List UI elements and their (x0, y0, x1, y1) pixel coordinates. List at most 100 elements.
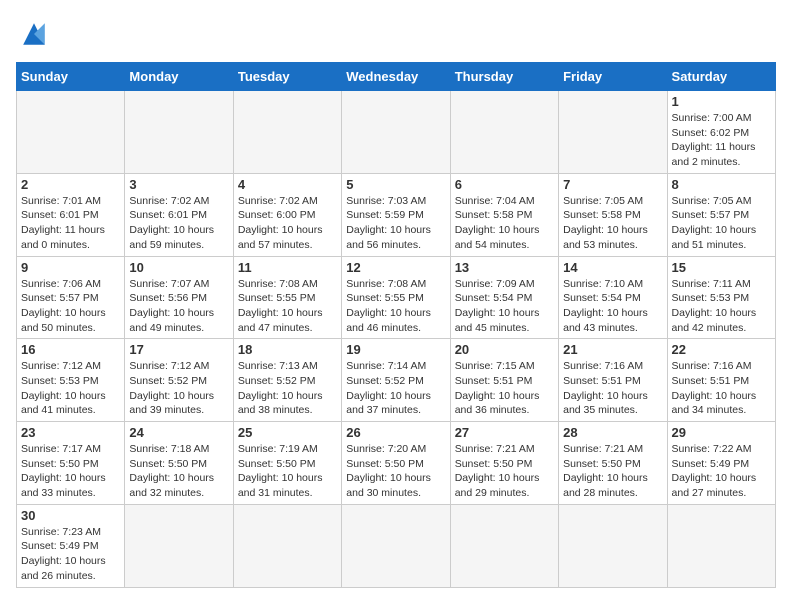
day-number: 8 (672, 177, 771, 192)
day-info: Sunrise: 7:09 AM Sunset: 5:54 PM Dayligh… (455, 277, 554, 336)
day-info: Sunrise: 7:01 AM Sunset: 6:01 PM Dayligh… (21, 194, 120, 253)
calendar-day-cell: 13 Sunrise: 7:09 AM Sunset: 5:54 PM Dayli… (450, 256, 558, 339)
calendar-day-cell: 29Sunrise: 7:22 AM Sunset: 5:49 PM Dayli… (667, 422, 775, 505)
day-info: Sunrise: 7:10 AM Sunset: 5:54 PM Dayligh… (563, 277, 662, 336)
calendar-day-cell: 4 Sunrise: 7:02 AM Sunset: 6:00 PM Daylig… (233, 173, 341, 256)
day-number: 7 (563, 177, 662, 192)
day-number: 20 (455, 342, 554, 357)
calendar-day-cell (559, 91, 667, 174)
calendar-day-cell: 21 Sunrise: 7:16 AM Sunset: 5:51 PM Dayli… (559, 339, 667, 422)
day-info: Sunrise: 7:15 AM Sunset: 5:51 PM Dayligh… (455, 359, 554, 418)
day-number: 16 (21, 342, 120, 357)
calendar-day-cell: 15 Sunrise: 7:11 AM Sunset: 5:53 PM Dayli… (667, 256, 775, 339)
day-number: 14 (563, 260, 662, 275)
day-number: 27 (455, 425, 554, 440)
calendar-week-row: 9 Sunrise: 7:06 AM Sunset: 5:57 PM Daylig… (17, 256, 776, 339)
calendar-week-row: 2 Sunrise: 7:01 AM Sunset: 6:01 PM Daylig… (17, 173, 776, 256)
calendar-day-cell (125, 504, 233, 587)
calendar-day-cell (233, 504, 341, 587)
day-number: 29 (672, 425, 771, 440)
day-info: Sunrise: 7:05 AM Sunset: 5:58 PM Dayligh… (563, 194, 662, 253)
day-info: Sunrise: 7:07 AM Sunset: 5:56 PM Dayligh… (129, 277, 228, 336)
day-number: 3 (129, 177, 228, 192)
day-number: 24 (129, 425, 228, 440)
calendar-day-cell (342, 504, 450, 587)
day-info: Sunrise: 7:05 AM Sunset: 5:57 PM Dayligh… (672, 194, 771, 253)
weekday-header: Thursday (450, 63, 558, 91)
day-number: 26 (346, 425, 445, 440)
calendar-day-cell: 11 Sunrise: 7:08 AM Sunset: 5:55 PM Dayli… (233, 256, 341, 339)
weekday-header: Tuesday (233, 63, 341, 91)
day-info: Sunrise: 7:16 AM Sunset: 5:51 PM Dayligh… (672, 359, 771, 418)
weekday-header: Saturday (667, 63, 775, 91)
calendar-day-cell: 27 Sunrise: 7:21 AM Sunset: 5:50 PM Dayli… (450, 422, 558, 505)
day-number: 6 (455, 177, 554, 192)
day-number: 17 (129, 342, 228, 357)
calendar-day-cell: 26 Sunrise: 7:20 AM Sunset: 5:50 PM Dayli… (342, 422, 450, 505)
calendar-day-cell: 8 Sunrise: 7:05 AM Sunset: 5:57 PM Daylig… (667, 173, 775, 256)
day-info: Sunrise: 7:02 AM Sunset: 6:01 PM Dayligh… (129, 194, 228, 253)
calendar-day-cell (233, 91, 341, 174)
day-info: Sunrise: 7:19 AM Sunset: 5:50 PM Dayligh… (238, 442, 337, 501)
day-number: 15 (672, 260, 771, 275)
day-number: 23 (21, 425, 120, 440)
calendar-day-cell: 18 Sunrise: 7:13 AM Sunset: 5:52 PM Dayli… (233, 339, 341, 422)
calendar-day-cell: 16 Sunrise: 7:12 AM Sunset: 5:53 PM Dayli… (17, 339, 125, 422)
day-info: Sunrise: 7:08 AM Sunset: 5:55 PM Dayligh… (346, 277, 445, 336)
calendar-day-cell: 7 Sunrise: 7:05 AM Sunset: 5:58 PM Daylig… (559, 173, 667, 256)
day-number: 10 (129, 260, 228, 275)
calendar-day-cell (450, 91, 558, 174)
day-info: Sunrise: 7:21 AM Sunset: 5:50 PM Dayligh… (455, 442, 554, 501)
day-number: 4 (238, 177, 337, 192)
calendar-day-cell: 6 Sunrise: 7:04 AM Sunset: 5:58 PM Daylig… (450, 173, 558, 256)
logo-icon (16, 16, 52, 52)
day-info: Sunrise: 7:16 AM Sunset: 5:51 PM Dayligh… (563, 359, 662, 418)
calendar-day-cell (667, 504, 775, 587)
day-number: 5 (346, 177, 445, 192)
calendar-day-cell: 2 Sunrise: 7:01 AM Sunset: 6:01 PM Daylig… (17, 173, 125, 256)
page-header (16, 16, 776, 52)
day-info: Sunrise: 7:00 AM Sunset: 6:02 PM Dayligh… (672, 111, 771, 170)
day-number: 11 (238, 260, 337, 275)
day-info: Sunrise: 7:13 AM Sunset: 5:52 PM Dayligh… (238, 359, 337, 418)
calendar-day-cell: 25 Sunrise: 7:19 AM Sunset: 5:50 PM Dayli… (233, 422, 341, 505)
day-info: Sunrise: 7:21 AM Sunset: 5:50 PM Dayligh… (563, 442, 662, 501)
day-number: 12 (346, 260, 445, 275)
calendar-day-cell: 10 Sunrise: 7:07 AM Sunset: 5:56 PM Dayli… (125, 256, 233, 339)
day-number: 2 (21, 177, 120, 192)
calendar-day-cell: 9 Sunrise: 7:06 AM Sunset: 5:57 PM Daylig… (17, 256, 125, 339)
day-info: Sunrise: 7:18 AM Sunset: 5:50 PM Dayligh… (129, 442, 228, 501)
calendar-day-cell: 1Sunrise: 7:00 AM Sunset: 6:02 PM Daylig… (667, 91, 775, 174)
day-info: Sunrise: 7:12 AM Sunset: 5:52 PM Dayligh… (129, 359, 228, 418)
day-number: 13 (455, 260, 554, 275)
logo (16, 16, 58, 52)
calendar-day-cell: 24 Sunrise: 7:18 AM Sunset: 5:50 PM Dayli… (125, 422, 233, 505)
day-number: 9 (21, 260, 120, 275)
day-info: Sunrise: 7:12 AM Sunset: 5:53 PM Dayligh… (21, 359, 120, 418)
day-number: 22 (672, 342, 771, 357)
calendar-day-cell (450, 504, 558, 587)
weekday-header: Sunday (17, 63, 125, 91)
day-info: Sunrise: 7:04 AM Sunset: 5:58 PM Dayligh… (455, 194, 554, 253)
calendar-day-cell: 20 Sunrise: 7:15 AM Sunset: 5:51 PM Dayli… (450, 339, 558, 422)
day-info: Sunrise: 7:06 AM Sunset: 5:57 PM Dayligh… (21, 277, 120, 336)
calendar-day-cell: 5Sunrise: 7:03 AM Sunset: 5:59 PM Daylig… (342, 173, 450, 256)
day-number: 25 (238, 425, 337, 440)
day-info: Sunrise: 7:11 AM Sunset: 5:53 PM Dayligh… (672, 277, 771, 336)
weekday-header: Monday (125, 63, 233, 91)
day-number: 18 (238, 342, 337, 357)
day-info: Sunrise: 7:02 AM Sunset: 6:00 PM Dayligh… (238, 194, 337, 253)
calendar-day-cell: 23Sunrise: 7:17 AM Sunset: 5:50 PM Dayli… (17, 422, 125, 505)
day-info: Sunrise: 7:14 AM Sunset: 5:52 PM Dayligh… (346, 359, 445, 418)
calendar-day-cell (342, 91, 450, 174)
calendar-header-row: SundayMondayTuesdayWednesdayThursdayFrid… (17, 63, 776, 91)
day-number: 21 (563, 342, 662, 357)
weekday-header: Wednesday (342, 63, 450, 91)
weekday-header: Friday (559, 63, 667, 91)
calendar-day-cell (559, 504, 667, 587)
day-info: Sunrise: 7:20 AM Sunset: 5:50 PM Dayligh… (346, 442, 445, 501)
calendar-day-cell: 3 Sunrise: 7:02 AM Sunset: 6:01 PM Daylig… (125, 173, 233, 256)
calendar-week-row: 16 Sunrise: 7:12 AM Sunset: 5:53 PM Dayli… (17, 339, 776, 422)
day-info: Sunrise: 7:08 AM Sunset: 5:55 PM Dayligh… (238, 277, 337, 336)
calendar-table: SundayMondayTuesdayWednesdayThursdayFrid… (16, 62, 776, 588)
